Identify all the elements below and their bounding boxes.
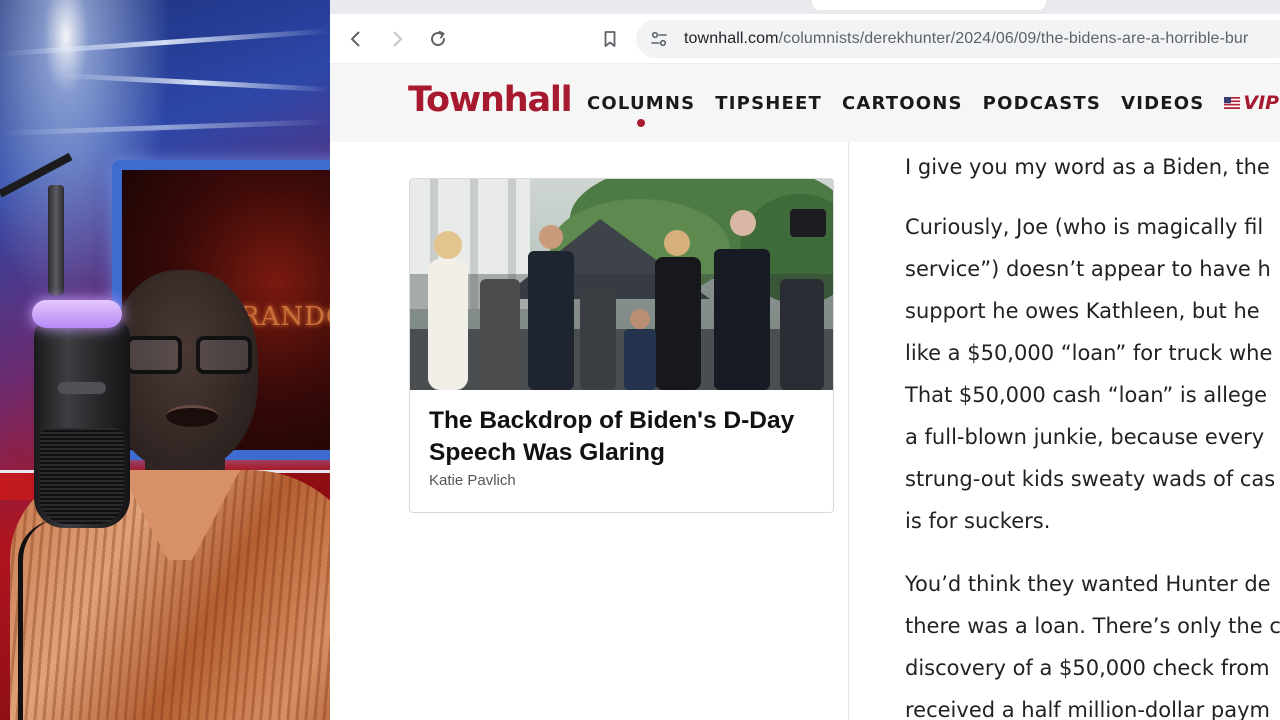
nav-videos[interactable]: VIDEOS bbox=[1121, 93, 1204, 114]
light-streak bbox=[0, 119, 330, 136]
background-screen-text: RANDO bbox=[240, 302, 330, 332]
active-nav-indicator bbox=[636, 118, 645, 127]
active-tab[interactable] bbox=[812, 0, 1046, 10]
site-settings-icon[interactable] bbox=[650, 30, 668, 48]
person-glasses bbox=[126, 336, 256, 378]
related-article-author[interactable]: Katie Pavlich bbox=[429, 472, 516, 489]
bookmark-icon bbox=[604, 31, 616, 47]
light-streak bbox=[0, 28, 330, 57]
page-content: The Backdrop of Biden's D-Day Speech Was… bbox=[330, 142, 1280, 720]
microphone-badge bbox=[58, 382, 106, 394]
browser-toolbar: townhall.com/columnists/derekhunter/2024… bbox=[330, 14, 1280, 64]
nav-cartoons[interactable]: CARTOONS bbox=[842, 93, 963, 114]
article-line: Curiously, Joe (who is magically fil bbox=[905, 215, 1264, 239]
article-line: is for suckers. bbox=[905, 509, 1051, 533]
related-article-card[interactable]: The Backdrop of Biden's D-Day Speech Was… bbox=[409, 178, 834, 513]
url-domain: townhall.com bbox=[684, 30, 779, 47]
column-divider bbox=[848, 142, 849, 720]
nav-vip[interactable]: VIP bbox=[1224, 92, 1279, 114]
reload-button[interactable] bbox=[422, 23, 454, 55]
bookmark-button[interactable] bbox=[594, 23, 626, 55]
townhall-logo[interactable]: Townhall bbox=[408, 80, 573, 120]
forward-arrow-icon bbox=[393, 31, 402, 47]
article-line: support he owes Kathleen, but he bbox=[905, 299, 1260, 323]
article-line: received a half million-dollar paym bbox=[905, 698, 1271, 720]
article-line: I give you my word as a Biden, the bbox=[905, 155, 1270, 179]
webcam-overlay: RANDO bbox=[0, 0, 330, 720]
main-nav: COLUMNS TIPSHEET CARTOONS PODCASTS VIDEO… bbox=[587, 92, 1279, 127]
browser-window: townhall.com/columnists/derekhunter/2024… bbox=[330, 0, 1280, 720]
reload-icon bbox=[431, 30, 445, 46]
microphone-light-ring bbox=[32, 300, 122, 328]
article-line: a full-blown junkie, because every bbox=[905, 425, 1265, 449]
url-path: /columnists/derekhunter/2024/06/09/the-b… bbox=[778, 30, 1249, 47]
article-line: discovery of a $50,000 check from bbox=[905, 656, 1270, 680]
nav-vip-label: VIP bbox=[1243, 92, 1280, 114]
tab-strip bbox=[330, 0, 1280, 14]
related-article-title[interactable]: The Backdrop of Biden's D-Day Speech Was… bbox=[429, 405, 819, 469]
url-text[interactable]: townhall.com/columnists/derekhunter/2024… bbox=[684, 30, 1248, 48]
article-line: That $50,000 cash “loan” is allege bbox=[905, 383, 1268, 407]
article-line: strung-out kids sweaty wads of cas bbox=[905, 467, 1276, 491]
article-paragraph: Curiously, Joe (who is magically fil ser… bbox=[905, 206, 1275, 542]
article-line: there was a loan. There’s only the c bbox=[905, 614, 1280, 638]
site-header: Townhall COLUMNS TIPSHEET CARTOONS PODCA… bbox=[330, 64, 1280, 142]
back-button[interactable] bbox=[340, 23, 372, 55]
microphone bbox=[34, 318, 130, 528]
person-mouth bbox=[166, 405, 218, 427]
address-bar[interactable]: townhall.com/columnists/derekhunter/2024… bbox=[636, 20, 1280, 58]
back-arrow-icon bbox=[351, 31, 360, 47]
article-line: You’d think they wanted Hunter de bbox=[905, 572, 1271, 596]
microphone-grille bbox=[40, 428, 124, 524]
article-line: like a $50,000 “loan” for truck whe bbox=[905, 341, 1273, 365]
article-paragraph: You’d think they wanted Hunter de there … bbox=[905, 563, 1280, 720]
nav-tipsheet[interactable]: TIPSHEET bbox=[715, 93, 822, 114]
nav-columns[interactable]: COLUMNS bbox=[587, 92, 696, 127]
article-line: service”) doesn’t appear to have h bbox=[905, 257, 1271, 281]
mic-stand bbox=[48, 185, 64, 295]
nav-podcasts[interactable]: PODCASTS bbox=[983, 93, 1101, 114]
forward-button[interactable] bbox=[381, 23, 413, 55]
nav-columns-label: COLUMNS bbox=[587, 92, 696, 114]
d-day-ceremony-photo bbox=[410, 179, 833, 390]
light-streak bbox=[60, 72, 330, 93]
us-flag-icon bbox=[1224, 97, 1241, 109]
article-paragraph: I give you my word as a Biden, the bbox=[905, 146, 1270, 188]
microphone-cable bbox=[18, 520, 78, 720]
article-photo[interactable] bbox=[410, 179, 833, 390]
